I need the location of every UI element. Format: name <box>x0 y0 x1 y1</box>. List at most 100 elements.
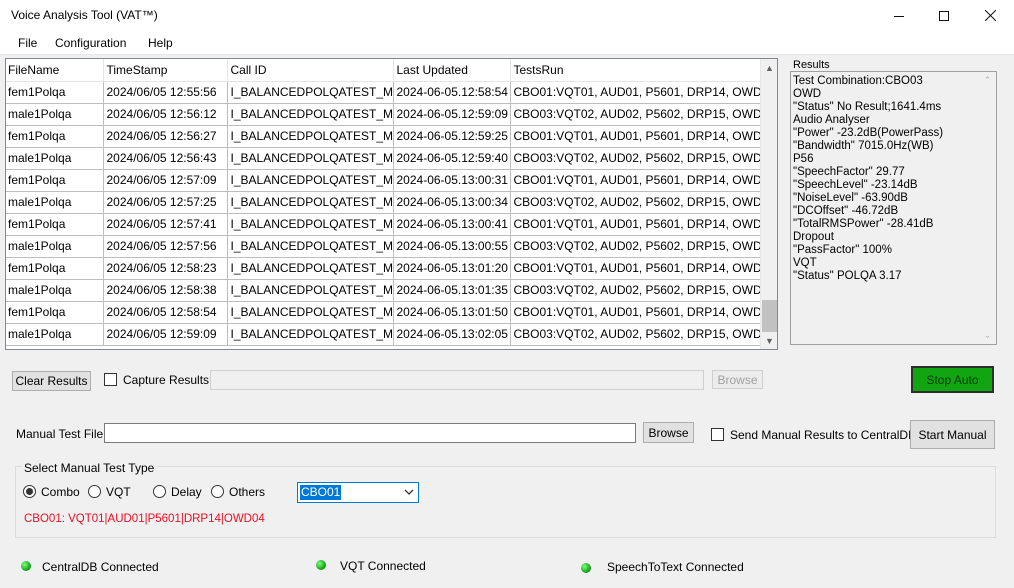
cell-filename[interactable]: fem1Polqa <box>6 81 104 104</box>
start-manual-button[interactable]: Start Manual <box>910 420 995 449</box>
cell-last-updated[interactable]: 2024-06-05.12:59:25 <box>393 125 511 148</box>
cell-tests-run[interactable]: CBO01:VQT01, AUD01, P5601, DRP14, OWD04 <box>510 125 762 148</box>
table-row[interactable]: male1Polqa 2024/06/05 12:59:09 I_BALANCEDP… <box>6 323 762 346</box>
cell-filename[interactable]: fem1Polqa <box>6 169 104 192</box>
capture-results-checkbox[interactable] <box>104 373 117 386</box>
cell-call-id[interactable]: I_BALANCEDPOLQATEST_M... <box>227 125 394 148</box>
manual-test-file-input[interactable] <box>104 423 636 443</box>
cell-timestamp[interactable]: 2024/06/05 12:55:56 <box>103 81 228 104</box>
table-row[interactable]: fem1Polqa 2024/06/05 12:55:56 I_BALANCEDPO… <box>6 81 762 104</box>
cell-last-updated[interactable]: 2024-06-05.12:58:54 <box>393 81 511 104</box>
table-row[interactable]: male1Polqa 2024/06/05 12:56:43 I_BALANCEDP… <box>6 147 762 170</box>
clear-results-button[interactable]: Clear Results <box>12 371 91 391</box>
close-button[interactable] <box>967 0 1013 31</box>
cell-call-id[interactable]: I_BALANCEDPOLQATEST_M... <box>227 279 394 302</box>
test-type-combobox[interactable]: CBO01 <box>297 482 419 503</box>
table-row[interactable]: male1Polqa 2024/06/05 12:58:38 I_BALANCEDP… <box>6 279 762 302</box>
cell-tests-run[interactable]: CBO03:VQT02, AUD02, P5602, DRP15, OWD01 <box>510 235 762 258</box>
maximize-button[interactable] <box>921 0 967 31</box>
cell-timestamp[interactable]: 2024/06/05 12:58:23 <box>103 257 228 280</box>
cell-last-updated[interactable]: 2024-06-05.13:02:05 <box>393 323 511 346</box>
browse-capture-button[interactable]: Browse <box>712 370 763 389</box>
send-manual-results-checkbox[interactable] <box>711 428 724 441</box>
cell-timestamp[interactable]: 2024/06/05 12:56:27 <box>103 125 228 148</box>
cell-tests-run[interactable]: CBO03:VQT02, AUD02, P5602, DRP15, OWD01 <box>510 103 762 126</box>
cell-filename[interactable]: male1Polqa <box>6 191 104 214</box>
menu-file[interactable]: File <box>18 36 37 50</box>
cell-filename[interactable]: fem1Polqa <box>6 257 104 280</box>
stop-auto-button[interactable]: Stop Auto <box>911 366 994 393</box>
cell-filename[interactable]: male1Polqa <box>6 103 104 126</box>
cell-last-updated[interactable]: 2024-06-05.13:01:20 <box>393 257 511 280</box>
cell-timestamp[interactable]: 2024/06/05 12:58:38 <box>103 279 228 302</box>
cell-timestamp[interactable]: 2024/06/05 12:57:56 <box>103 235 228 258</box>
cell-last-updated[interactable]: 2024-06-05.13:01:35 <box>393 279 511 302</box>
cell-tests-run[interactable]: CBO01:VQT01, AUD01, P5601, DRP14, OWD04 <box>510 301 762 324</box>
cell-timestamp[interactable]: 2024/06/05 12:59:09 <box>103 323 228 346</box>
column-header-last-updated[interactable]: Last Updated <box>393 59 511 82</box>
cell-tests-run[interactable]: CBO01:VQT01, AUD01, P5601, DRP14, OWD04 <box>510 81 762 104</box>
radio-delay[interactable] <box>153 485 166 498</box>
table-row[interactable]: fem1Polqa 2024/06/05 12:57:09 I_BALANCEDPO… <box>6 169 762 192</box>
scroll-thumb[interactable] <box>762 300 777 332</box>
cell-last-updated[interactable]: 2024-06-05.13:00:55 <box>393 235 511 258</box>
cell-call-id[interactable]: I_BALANCEDPOLQATEST_M... <box>227 81 394 104</box>
results-scrollbar[interactable]: ⌃ ⌄ <box>979 72 996 344</box>
radio-combo[interactable] <box>23 485 36 498</box>
table-row[interactable]: male1Polqa 2024/06/05 12:57:56 I_BALANCEDP… <box>6 235 762 258</box>
cell-filename[interactable]: male1Polqa <box>6 323 104 346</box>
radio-vqt[interactable] <box>88 485 101 498</box>
cell-filename[interactable]: fem1Polqa <box>6 213 104 236</box>
cell-last-updated[interactable]: 2024-06-05.13:00:31 <box>393 169 511 192</box>
table-row[interactable]: fem1Polqa 2024/06/05 12:58:23 I_BALANCEDPO… <box>6 257 762 280</box>
cell-tests-run[interactable]: CBO01:VQT01, AUD01, P5601, DRP14, OWD04 <box>510 257 762 280</box>
minimize-button[interactable] <box>876 0 922 31</box>
table-row[interactable]: male1Polqa 2024/06/05 12:57:25 I_BALANCEDP… <box>6 191 762 214</box>
cell-call-id[interactable]: I_BALANCEDPOLQATEST_M... <box>227 323 394 346</box>
cell-tests-run[interactable]: CBO03:VQT02, AUD02, P5602, DRP15, OWD01 <box>510 323 762 346</box>
menu-configuration[interactable]: Configuration <box>55 36 126 50</box>
cell-last-updated[interactable]: 2024-06-05.12:59:40 <box>393 147 511 170</box>
table-row[interactable]: fem1Polqa 2024/06/05 12:57:41 I_BALANCEDPO… <box>6 213 762 236</box>
cell-timestamp[interactable]: 2024/06/05 12:57:25 <box>103 191 228 214</box>
cell-call-id[interactable]: I_BALANCEDPOLQATEST_M... <box>227 235 394 258</box>
scroll-up-arrow-icon[interactable]: ▲ <box>761 59 777 76</box>
cell-filename[interactable]: male1Polqa <box>6 147 104 170</box>
column-header-filename[interactable]: FileName <box>6 59 104 82</box>
cell-tests-run[interactable]: CBO03:VQT02, AUD02, P5602, DRP15, OWD01 <box>510 147 762 170</box>
cell-timestamp[interactable]: 2024/06/05 12:56:43 <box>103 147 228 170</box>
cell-filename[interactable]: male1Polqa <box>6 279 104 302</box>
cell-tests-run[interactable]: CBO01:VQT01, AUD01, P5601, DRP14, OWD04 <box>510 169 762 192</box>
cell-call-id[interactable]: I_BALANCEDPOLQATEST_M... <box>227 103 394 126</box>
cell-timestamp[interactable]: 2024/06/05 12:57:41 <box>103 213 228 236</box>
table-row[interactable]: fem1Polqa 2024/06/05 12:58:54 I_BALANCEDPO… <box>6 301 762 324</box>
cell-filename[interactable]: male1Polqa <box>6 235 104 258</box>
grid-vertical-scrollbar[interactable]: ▲ ▼ <box>760 59 777 349</box>
results-scroll-up-icon[interactable]: ⌃ <box>979 72 996 89</box>
results-grid[interactable]: FileName TimeStamp Call ID Last Updated … <box>5 58 778 350</box>
results-scroll-down-icon[interactable]: ⌄ <box>979 327 996 344</box>
cell-tests-run[interactable]: CBO03:VQT02, AUD02, P5602, DRP15, OWD01 <box>510 191 762 214</box>
cell-call-id[interactable]: I_BALANCEDPOLQATEST_M... <box>227 257 394 280</box>
cell-filename[interactable]: fem1Polqa <box>6 125 104 148</box>
cell-timestamp[interactable]: 2024/06/05 12:56:12 <box>103 103 228 126</box>
table-row[interactable]: fem1Polqa 2024/06/05 12:56:27 I_BALANCEDPO… <box>6 125 762 148</box>
table-row[interactable]: male1Polqa 2024/06/05 12:56:12 I_BALANCEDP… <box>6 103 762 126</box>
cell-call-id[interactable]: I_BALANCEDPOLQATEST_M... <box>227 147 394 170</box>
cell-timestamp[interactable]: 2024/06/05 12:58:54 <box>103 301 228 324</box>
cell-tests-run[interactable]: CBO03:VQT02, AUD02, P5602, DRP15, OWD01 <box>510 279 762 302</box>
cell-call-id[interactable]: I_BALANCEDPOLQATEST_M... <box>227 213 394 236</box>
cell-call-id[interactable]: I_BALANCEDPOLQATEST_M... <box>227 301 394 324</box>
column-header-call-id[interactable]: Call ID <box>227 59 394 82</box>
column-header-timestamp[interactable]: TimeStamp <box>103 59 228 82</box>
cell-call-id[interactable]: I_BALANCEDPOLQATEST_M... <box>227 169 394 192</box>
cell-filename[interactable]: fem1Polqa <box>6 301 104 324</box>
cell-last-updated[interactable]: 2024-06-05.13:00:34 <box>393 191 511 214</box>
capture-path-input[interactable] <box>210 370 704 390</box>
cell-tests-run[interactable]: CBO01:VQT01, AUD01, P5601, DRP14, OWD04 <box>510 213 762 236</box>
browse-manual-button[interactable]: Browse <box>643 422 694 443</box>
cell-last-updated[interactable]: 2024-06-05.12:59:09 <box>393 103 511 126</box>
cell-last-updated[interactable]: 2024-06-05.13:01:50 <box>393 301 511 324</box>
cell-call-id[interactable]: I_BALANCEDPOLQATEST_M... <box>227 191 394 214</box>
menu-help[interactable]: Help <box>148 36 173 50</box>
